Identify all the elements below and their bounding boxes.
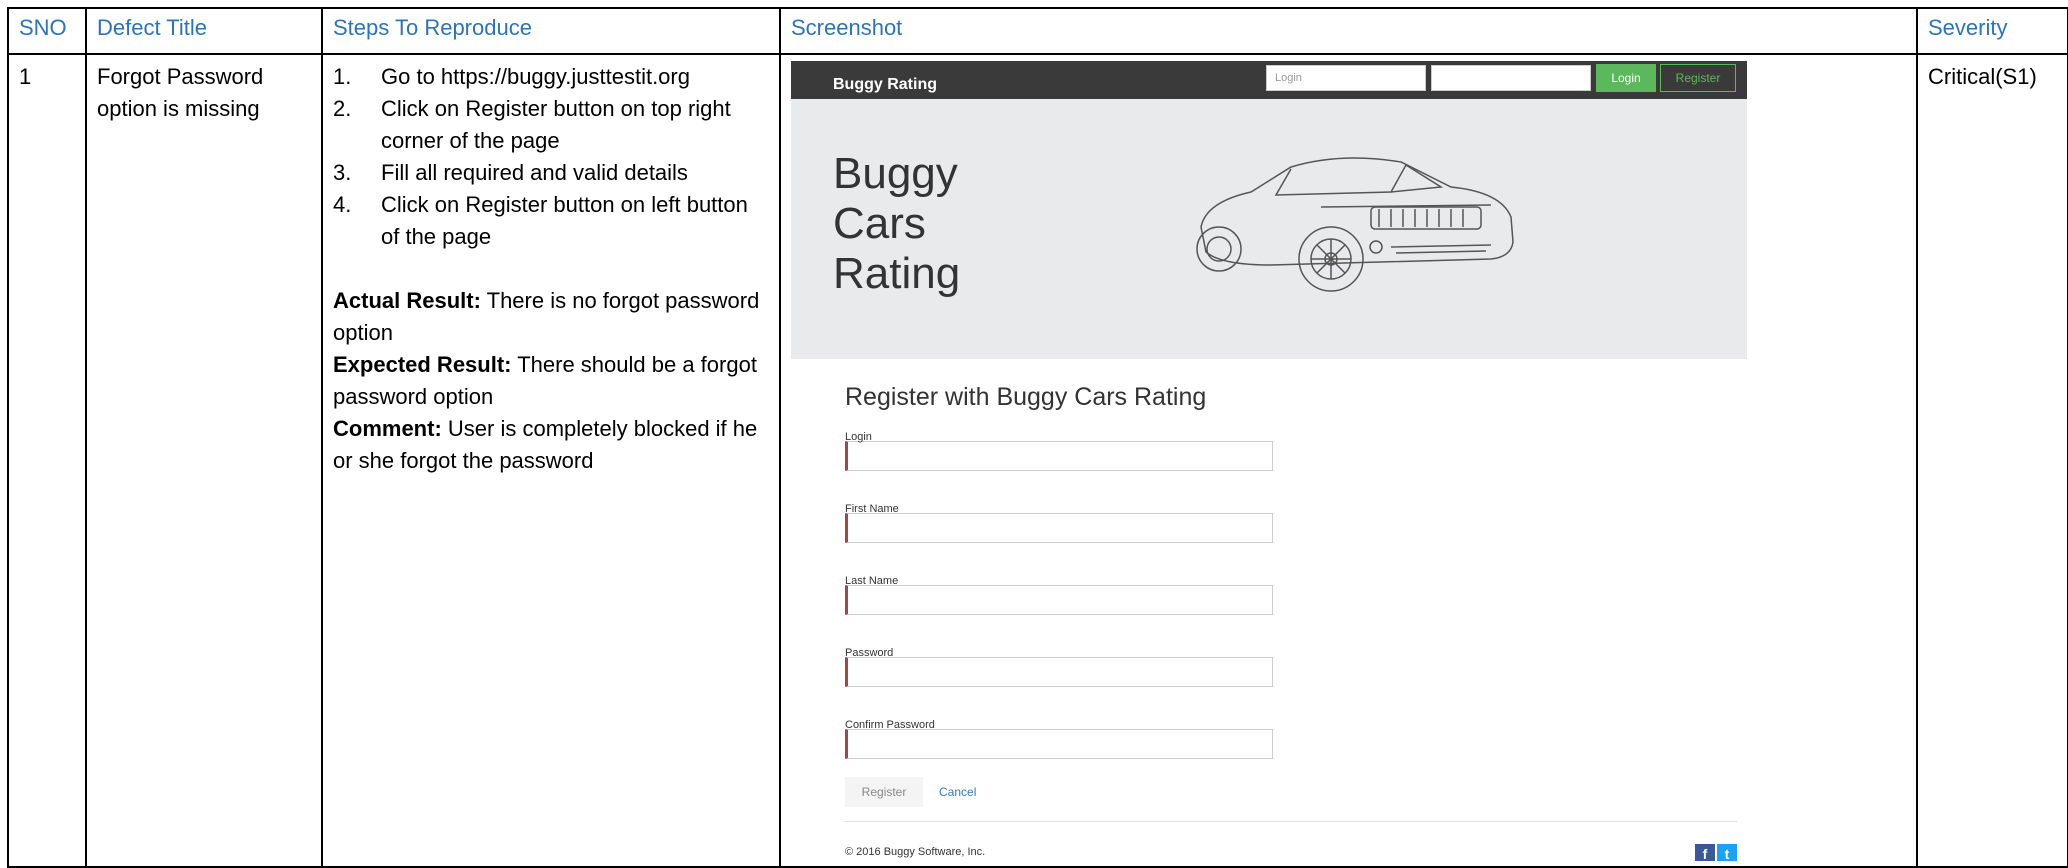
last-name-field[interactable]: [845, 585, 1273, 615]
hero-title-line: Buggy: [833, 149, 958, 198]
cell-screenshot: Buggy Rating Login Login Register Buggy …: [779, 53, 1918, 868]
cancel-link[interactable]: Cancel: [939, 777, 976, 807]
header-severity: Severity: [1916, 7, 2068, 55]
login-label: Login: [845, 431, 872, 443]
step-text: Click on Register button on left button …: [381, 192, 748, 249]
step-item: 1. Go to https://buggy.justtestit.org: [333, 61, 769, 93]
step-text: Go to https://buggy.justtestit.org: [381, 64, 690, 89]
social-links: ft: [1693, 836, 1737, 861]
cell-severity: Critical(S1): [1916, 53, 2068, 868]
cell-sno: 1: [7, 53, 87, 868]
step-number: 2.: [333, 96, 352, 121]
step-number: 1.: [333, 64, 352, 89]
header-sno: SNO: [7, 7, 87, 55]
comment-label: Comment:: [333, 416, 442, 441]
navbar-login-button[interactable]: Login: [1596, 64, 1656, 92]
confirm-password-field[interactable]: [845, 729, 1273, 759]
navbar: Buggy Rating Login Login Register: [791, 61, 1747, 99]
step-text: Click on Register button on top right co…: [381, 96, 731, 153]
header-defect-title: Defect Title: [85, 7, 323, 55]
step-item: 2. Click on Register button on top right …: [333, 93, 769, 157]
hero-banner: Buggy Cars Rating: [791, 99, 1747, 359]
expected-result-label: Expected Result:: [333, 352, 512, 377]
copyright: © 2016 Buggy Software, Inc.: [845, 846, 986, 858]
header-steps: Steps To Reproduce: [321, 7, 781, 55]
navbar-password-input[interactable]: [1431, 65, 1591, 91]
defect-row: 1 Forgot Password option is missing 1. Go…: [7, 53, 2068, 868]
step-number: 3.: [333, 160, 352, 185]
header-row: SNO Defect Title Steps To Reproduce Scre…: [7, 7, 2068, 55]
navbar-login-input[interactable]: Login: [1266, 65, 1426, 91]
login-field[interactable]: [845, 441, 1273, 471]
defect-table: SNO Defect Title Steps To Reproduce Scre…: [7, 7, 2068, 868]
password-field[interactable]: [845, 657, 1273, 687]
brand-link[interactable]: Buggy Rating: [833, 69, 937, 101]
first-name-field[interactable]: [845, 513, 1273, 543]
cell-defect-title: Forgot Password option is missing: [85, 53, 323, 868]
form-title: Register with Buggy Cars Rating: [845, 383, 1207, 411]
password-label: Password: [845, 647, 894, 659]
cell-steps: 1. Go to https://buggy.justtestit.org 2. C…: [321, 53, 781, 868]
actual-result: Actual Result: There is no forgot passwo…: [333, 285, 769, 349]
first-name-label: First Name: [845, 503, 899, 515]
car-illustration-icon: [1196, 157, 1514, 292]
footer: © 2016 Buggy Software, Inc. ft: [845, 821, 1737, 861]
step-number: 4.: [333, 192, 352, 217]
hero-title-line: Rating: [833, 249, 961, 298]
hero-title: Buggy Cars Rating: [833, 149, 960, 299]
step-text: Fill all required and valid details: [381, 160, 688, 185]
register-form: Register with Buggy Cars Rating Login Fi…: [845, 381, 1745, 807]
hero-title-line: Cars: [833, 199, 926, 248]
results: Actual Result: There is no forgot passwo…: [333, 285, 769, 477]
confirm-password-label: Confirm Password: [845, 719, 935, 731]
header-screenshot: Screenshot: [779, 7, 1918, 55]
comment: Comment: User is completely blocked if h…: [333, 413, 769, 477]
step-item: 3. Fill all required and valid details: [333, 157, 769, 189]
step-item: 4. Click on Register button on left butto…: [333, 189, 769, 253]
twitter-icon[interactable]: t: [1717, 844, 1737, 861]
last-name-label: Last Name: [845, 575, 899, 587]
register-button[interactable]: Register: [845, 777, 923, 807]
navbar-register-button[interactable]: Register: [1660, 64, 1736, 92]
facebook-icon[interactable]: f: [1695, 844, 1715, 861]
expected-result: Expected Result: There should be a forgo…: [333, 349, 769, 413]
steps-list: 1. Go to https://buggy.justtestit.org 2. C…: [333, 61, 769, 253]
screenshot-mockup: Buggy Rating Login Login Register Buggy …: [791, 61, 1747, 861]
actual-result-label: Actual Result:: [333, 288, 481, 313]
form-actions: Register Cancel: [845, 777, 1745, 807]
